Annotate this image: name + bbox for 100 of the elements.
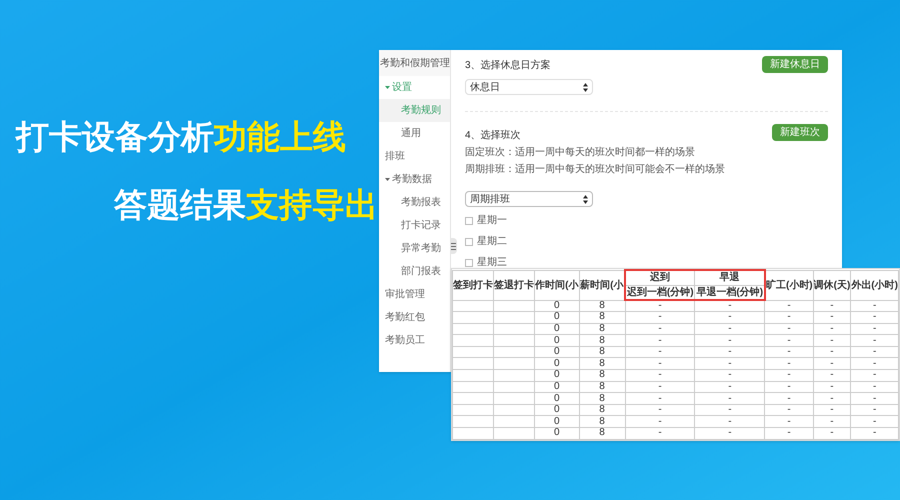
table-cell: -	[764, 392, 814, 404]
table-cell: -	[625, 381, 695, 393]
table-cell: -	[764, 346, 814, 358]
table-cell: -	[813, 323, 851, 335]
table-cell: 8	[579, 334, 625, 346]
table-cell: -	[764, 300, 814, 312]
table-cell: -	[850, 370, 898, 382]
sort-arrows-icon	[583, 82, 588, 92]
table-cell: -	[694, 358, 765, 370]
table-cell: -	[625, 416, 695, 428]
table-cell: -	[764, 358, 814, 370]
new-shift-button[interactable]: 新建班次	[772, 124, 828, 141]
table-cell: -	[694, 334, 765, 346]
checkbox[interactable]	[465, 238, 473, 246]
column-header: 旷工(小时)	[764, 270, 814, 300]
table-cell: 0	[534, 346, 580, 358]
table-cell: -	[813, 346, 851, 358]
table-cell: -	[850, 358, 898, 370]
table-cell: 8	[579, 346, 625, 358]
checkbox-label: 星期三	[477, 256, 507, 270]
table-cell: 0	[534, 416, 580, 428]
table-cell: -	[625, 404, 695, 416]
headline-text: 支持导出	[246, 184, 378, 224]
table-cell: -	[813, 358, 851, 370]
sidebar-item[interactable]: 考勤员工	[379, 329, 450, 352]
table-cell: -	[694, 300, 765, 312]
sidebar-item[interactable]: 考勤红包	[379, 306, 450, 329]
table-cell: -	[764, 428, 814, 440]
table-cell: -	[813, 381, 851, 393]
column-header: 薪时间(小	[579, 270, 625, 300]
new-rest-day-button[interactable]: 新建休息日	[762, 56, 828, 73]
table-cell: -	[625, 370, 695, 382]
table-cell: 8	[579, 300, 625, 312]
table-cell: -	[850, 392, 898, 404]
description-text: 周期排班：适用一周中每天的班次时间可能会不一样的场景	[465, 162, 726, 177]
headline-text: 功能上线	[214, 117, 346, 157]
sidebar-item[interactable]: 考勤数据	[379, 168, 450, 191]
table-cell: -	[813, 300, 851, 312]
table-cell: -	[850, 346, 898, 358]
checkbox[interactable]	[465, 216, 473, 224]
table-cell: 8	[579, 428, 625, 440]
table-cell: -	[813, 334, 851, 346]
table-cell: 8	[579, 323, 625, 335]
sidebar-item[interactable]: 异常考勤	[379, 237, 450, 260]
table-cell: -	[850, 404, 898, 416]
table-cell: -	[850, 416, 898, 428]
table-cell: -	[625, 428, 695, 440]
table-cell: -	[850, 428, 898, 440]
checkbox[interactable]	[465, 258, 473, 266]
sidebar-item[interactable]: 审批管理	[379, 283, 450, 306]
sidebar-item[interactable]: 考勤报表	[379, 191, 450, 214]
table-cell: 0	[534, 358, 580, 370]
checkbox-label: 星期一	[477, 214, 507, 228]
rest-day-select[interactable]: 休息日	[465, 79, 593, 95]
headline-text: 打卡设备分析	[16, 117, 214, 157]
table-cell: 0	[534, 404, 580, 416]
sidebar-item[interactable]: 设置	[379, 76, 450, 99]
table-cell: -	[813, 370, 851, 382]
table-cell: -	[694, 404, 765, 416]
table-cell: -	[694, 323, 765, 335]
table-cell: -	[694, 346, 765, 358]
table-cell: 0	[534, 428, 580, 440]
table-cell: -	[625, 358, 695, 370]
table-cell: -	[764, 312, 814, 324]
shift-select[interactable]: 周期排班	[465, 191, 593, 207]
table-cell: -	[764, 370, 814, 382]
table-cell: -	[694, 370, 765, 382]
section-title: 4、选择班次	[465, 128, 521, 143]
collapse-handle-icon[interactable]	[450, 238, 457, 254]
sidebar-item[interactable]: 部门报表	[379, 260, 450, 283]
table-cell: -	[850, 381, 898, 393]
sidebar-title: 考勤和假期管理	[379, 50, 450, 76]
table-cell: -	[625, 300, 695, 312]
table-cell: 8	[579, 312, 625, 324]
table-cell: 8	[579, 370, 625, 382]
sort-arrows-icon	[583, 194, 588, 204]
table-cell: -	[764, 416, 814, 428]
section-title: 3、选择休息日方案	[465, 58, 551, 73]
table-cell: 8	[579, 358, 625, 370]
table-cell: -	[813, 416, 851, 428]
sidebar-item[interactable]: 排班	[379, 145, 450, 168]
caret-icon	[385, 85, 390, 90]
table-cell: 0	[534, 392, 580, 404]
table-cell: -	[694, 416, 765, 428]
table-cell: -	[694, 381, 765, 393]
table-cell: -	[694, 428, 765, 440]
table-cell: 8	[579, 416, 625, 428]
table-cell: -	[850, 334, 898, 346]
description-text: 固定班次：适用一周中每天的班次时间都一样的场景	[465, 146, 696, 160]
table-cell: -	[625, 323, 695, 335]
table-cell: -	[813, 404, 851, 416]
table-cell: -	[850, 300, 898, 312]
table-cell: -	[625, 334, 695, 346]
table-cell: -	[764, 381, 814, 393]
table-cell: -	[813, 428, 851, 440]
table-cell: 8	[579, 404, 625, 416]
sidebar-item[interactable]: 打卡记录	[379, 214, 450, 237]
sidebar-item[interactable]: 通用	[379, 122, 450, 145]
table-cell: -	[850, 323, 898, 335]
table-cell: 0	[534, 300, 580, 312]
